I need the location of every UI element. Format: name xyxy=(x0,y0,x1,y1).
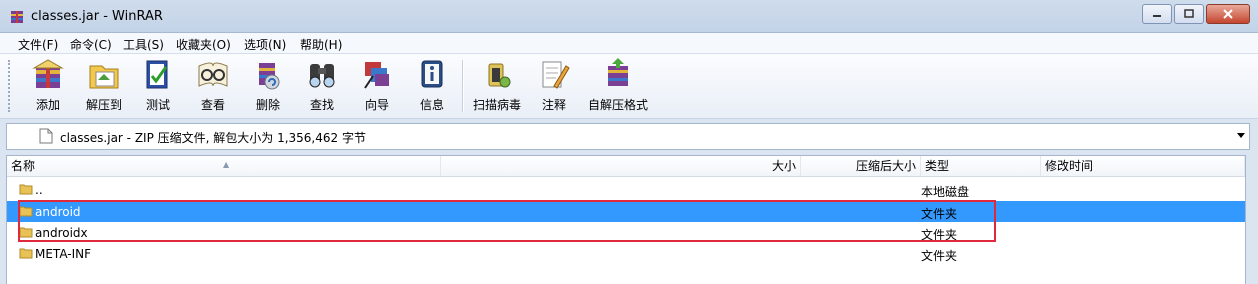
sfx-button[interactable]: 自解压格式 xyxy=(586,58,650,116)
folder-up-icon xyxy=(19,184,33,195)
list-item[interactable]: androidx 文件夹 xyxy=(7,222,1245,243)
menu-help[interactable]: 帮助(H) xyxy=(300,36,342,53)
item-type: 文件夹 xyxy=(921,228,958,242)
info-button[interactable]: 信息 xyxy=(406,58,458,116)
column-header-size[interactable]: 大小 xyxy=(441,156,801,176)
virus-scan-icon xyxy=(488,63,511,88)
item-type: 文件夹 xyxy=(921,207,958,221)
minimize-button[interactable] xyxy=(1142,4,1172,24)
menu-file[interactable]: 文件(F) xyxy=(18,36,58,53)
view-icon xyxy=(198,62,228,87)
wizard-button[interactable]: 向导 xyxy=(351,58,403,116)
comment-button[interactable]: 注释 xyxy=(528,58,580,116)
chevron-down-icon[interactable] xyxy=(1237,133,1245,138)
column-header-packed-size[interactable]: 压缩后大小 xyxy=(801,156,921,176)
list-item[interactable]: .. 本地磁盘 xyxy=(7,179,1245,200)
item-name: androidx xyxy=(35,226,88,240)
file-list: 名称 ▲ 大小 压缩后大小 类型 修改时间 .. 本地磁盘 android 文件… xyxy=(6,155,1246,284)
title-bar: classes.jar - WinRAR xyxy=(0,0,1258,33)
item-type: 文件夹 xyxy=(921,249,958,263)
list-item[interactable]: META-INF 文件夹 xyxy=(7,243,1245,264)
delete-label: 删除 xyxy=(255,98,280,112)
sort-ascending-icon: ▲ xyxy=(223,160,230,169)
view-label: 查看 xyxy=(200,98,225,112)
add-button[interactable]: 添加 xyxy=(22,58,74,116)
column-header-row: 名称 ▲ 大小 压缩后大小 类型 修改时间 xyxy=(7,156,1245,177)
wizard-label: 向导 xyxy=(364,98,389,112)
delete-button[interactable]: 删除 xyxy=(242,58,294,116)
find-button[interactable]: 查找 xyxy=(296,58,348,116)
delete-icon xyxy=(259,63,280,90)
sfx-label: 自解压格式 xyxy=(587,98,648,112)
list-item-selected[interactable]: android 文件夹 xyxy=(7,201,1245,222)
close-icon xyxy=(1223,9,1233,19)
sfx-icon xyxy=(608,58,628,86)
menu-tools[interactable]: 工具(S) xyxy=(123,36,164,53)
menu-bar: 文件(F) 命令(C) 工具(S) 收藏夹(O) 选项(N) 帮助(H) xyxy=(0,33,1258,54)
column-header-type[interactable]: 类型 xyxy=(921,156,1041,176)
item-name: .. xyxy=(35,183,43,197)
maximize-button[interactable] xyxy=(1174,4,1204,24)
maximize-icon xyxy=(1184,9,1194,18)
folder-icon xyxy=(19,248,33,259)
menu-command[interactable]: 命令(C) xyxy=(70,36,112,53)
info-icon xyxy=(421,60,443,88)
extract-to-button[interactable]: 解压到 xyxy=(78,58,130,116)
test-label: 测试 xyxy=(145,98,170,112)
winrar-app-icon xyxy=(11,11,23,23)
info-label: 信息 xyxy=(419,98,444,112)
wizard-icon xyxy=(364,62,389,89)
column-header-modified[interactable]: 修改时间 xyxy=(1041,156,1245,176)
find-label: 查找 xyxy=(309,98,334,112)
toolbar-separator xyxy=(462,60,464,112)
virus-scan-button[interactable]: 扫描病毒 xyxy=(471,58,523,116)
close-button[interactable] xyxy=(1206,4,1250,24)
virus-scan-label: 扫描病毒 xyxy=(472,98,521,112)
folder-icon xyxy=(19,227,33,238)
window-title: classes.jar - WinRAR xyxy=(31,9,163,24)
toolbar: 添加 解压到 测试 查看 删除 查找 向导 信息 扫描病毒 注释 自解压格式 xyxy=(0,54,1258,119)
extract-to-label: 解压到 xyxy=(85,98,122,112)
item-type: 本地磁盘 xyxy=(921,185,970,199)
file-icon xyxy=(39,128,53,144)
add-archive-icon xyxy=(32,59,64,88)
menu-favorites[interactable]: 收藏夹(O) xyxy=(176,36,231,53)
item-name: META-INF xyxy=(35,247,92,261)
archive-path-text: classes.jar - ZIP 压缩文件, 解包大小为 1,356,462 … xyxy=(60,131,366,145)
test-button[interactable]: 测试 xyxy=(132,58,184,116)
test-icon xyxy=(146,60,168,89)
folder-icon xyxy=(19,206,33,217)
view-button[interactable]: 查看 xyxy=(187,58,239,116)
add-label: 添加 xyxy=(35,98,60,112)
toolbar-gripper xyxy=(8,60,14,112)
comment-label: 注释 xyxy=(541,98,566,112)
extract-to-icon xyxy=(89,65,119,89)
minimize-icon xyxy=(1153,15,1161,17)
column-header-name[interactable]: 名称 ▲ xyxy=(7,156,441,176)
item-name: android xyxy=(35,205,81,219)
comment-icon xyxy=(542,61,570,89)
find-icon xyxy=(309,64,335,88)
menu-options[interactable]: 选项(N) xyxy=(244,36,286,53)
archive-path-bar[interactable]: classes.jar - ZIP 压缩文件, 解包大小为 1,356,462 … xyxy=(6,123,1250,150)
